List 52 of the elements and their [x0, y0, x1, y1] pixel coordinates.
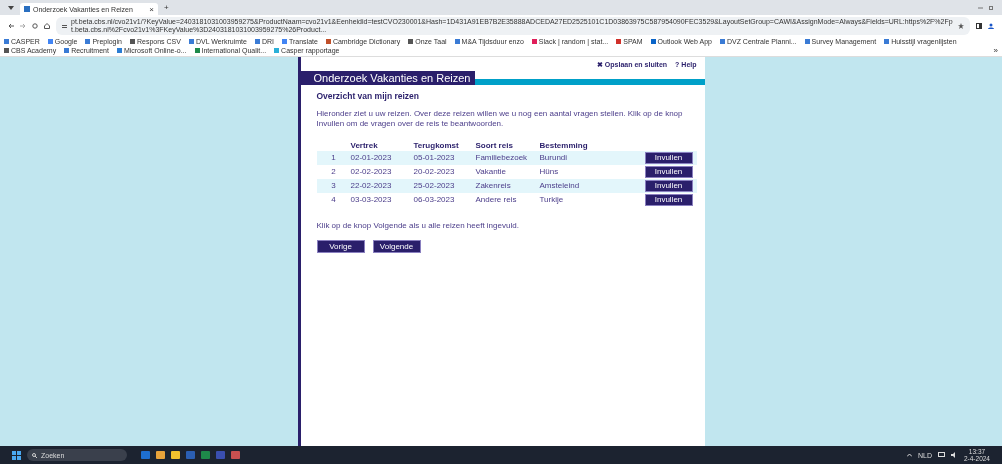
- nav-button[interactable]: Vorige: [316, 239, 365, 253]
- table-cell-text: 02-02-2023: [350, 167, 393, 177]
- table-cell-text: Familiebezoek: [475, 153, 529, 163]
- home-icon[interactable]: [44, 23, 50, 30]
- table-cell-text: Andere reis: [475, 195, 518, 205]
- table-cell-text: Hüns: [539, 167, 560, 177]
- reload-icon[interactable]: [32, 23, 38, 30]
- table-cell-text: Burundi: [539, 153, 569, 163]
- row-number: 4: [330, 195, 337, 205]
- search-icon: [32, 452, 37, 458]
- network-icon[interactable]: [937, 452, 945, 458]
- more-bookmarks-button[interactable]: »: [993, 46, 998, 56]
- sidebar-icon[interactable]: [976, 23, 982, 30]
- table-cell-text: 06-03-2023: [413, 195, 456, 205]
- row-number: 3: [330, 181, 337, 191]
- row-number: 1: [330, 153, 337, 163]
- column-header: Vertrek: [350, 140, 379, 150]
- intro-text: Hieronder ziet u uw reizen. Over deze reizen willen we u nog een aantal vragen stellen. Klik op de knop Invullen om de vragen over de reis te beantwoorden.: [316, 109, 684, 130]
- restore-icon[interactable]: [989, 5, 994, 10]
- fill-in-button[interactable]: Invullen: [644, 179, 693, 192]
- star-icon[interactable]: [958, 23, 964, 30]
- new-tab-button[interactable]: +: [164, 3, 169, 12]
- profile-icon[interactable]: [988, 23, 994, 30]
- row-number: 2: [330, 167, 337, 177]
- table-cell-text: 05-01-2023: [413, 153, 456, 163]
- table-cell-text: Vakantie: [475, 167, 508, 177]
- instruction-text: Klik op de knop Volgende als u alle reizen heeft ingevuld.: [316, 220, 520, 230]
- fill-in-button[interactable]: Invullen: [644, 165, 693, 178]
- table-cell-text: Amsteleind: [539, 181, 581, 191]
- column-header: Soort reis: [475, 140, 514, 150]
- column-header: Bestemming: [539, 140, 589, 150]
- section-heading: Overzicht van mijn reizen: [316, 91, 420, 102]
- table-cell-text: 03-03-2023: [350, 195, 393, 205]
- table-cell-text: 25-02-2023: [413, 181, 456, 191]
- table-cell-text: Turkije: [539, 195, 565, 205]
- start-icon[interactable]: [12, 450, 21, 460]
- table-cell-text: 02-01-2023: [350, 153, 393, 163]
- back-icon[interactable]: [8, 23, 14, 30]
- table-cell-text: Zakenreis: [475, 181, 512, 191]
- site-icon: [24, 6, 30, 12]
- fill-in-button[interactable]: Invullen: [644, 151, 693, 164]
- close-tab-button[interactable]: ×: [149, 4, 154, 14]
- chevron-icon[interactable]: [906, 453, 912, 457]
- fill-in-button[interactable]: Invullen: [644, 193, 693, 206]
- nav-button[interactable]: Volgende: [372, 239, 421, 253]
- table-cell-text: 22-02-2023: [350, 181, 393, 191]
- tab-menu-icon[interactable]: [8, 4, 14, 11]
- speaker-icon[interactable]: [950, 452, 958, 458]
- column-header: Terugkomst: [413, 140, 460, 150]
- table-cell-text: 20-02-2023: [413, 167, 456, 177]
- site-settings-icon: [62, 23, 67, 29]
- forward-icon[interactable]: [20, 23, 26, 30]
